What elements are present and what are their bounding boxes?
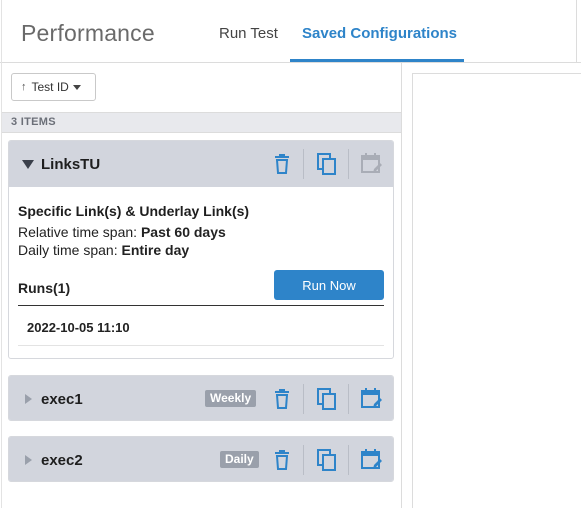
schedule-badge: Daily (220, 451, 259, 468)
link-scope-text: Specific Link(s) & Underlay Link(s) (18, 203, 250, 219)
runs-count-label: Runs(1) (18, 280, 71, 296)
collapse-triangle-icon[interactable] (22, 160, 34, 169)
expand-triangle-icon[interactable] (25, 394, 32, 404)
copy-icon[interactable] (315, 448, 339, 472)
icon-separator (348, 384, 349, 414)
schedule-badge: Weekly (205, 390, 257, 407)
card-header[interactable]: exec2 Daily (9, 437, 393, 481)
schedule-calendar-icon[interactable] (360, 152, 384, 176)
card-header[interactable]: LinksTU (9, 141, 393, 187)
card-header[interactable]: exec1 Weekly (9, 376, 393, 420)
run-timestamp: 2022-10-05 11:10 (27, 320, 130, 335)
daily-time-label: Daily time span: (18, 242, 122, 258)
config-card-exec1: exec1 Weekly (8, 375, 394, 421)
daily-time-value: Entire day (121, 242, 190, 258)
icon-separator (303, 384, 304, 414)
sort-dropdown-button[interactable]: ↑ Test ID (11, 73, 96, 101)
sort-label: Test ID (31, 80, 69, 94)
delete-icon[interactable] (270, 387, 294, 411)
icon-separator (303, 149, 304, 179)
app-header: Performance Run Test Saved Configuration… (0, 0, 581, 63)
run-now-button[interactable]: Run Now (274, 270, 384, 300)
card-title: LinksTU (41, 156, 101, 173)
items-count-bar: 3 ITEMS (2, 112, 401, 133)
expand-triangle-icon[interactable] (25, 455, 32, 465)
runs-header: Runs(1) Run Now (18, 270, 384, 306)
panel-divider (401, 63, 402, 508)
icon-separator (348, 149, 349, 179)
copy-icon[interactable] (315, 152, 339, 176)
items-count-label: 3 ITEMS (11, 116, 56, 128)
active-tab-indicator (290, 59, 464, 62)
tab-run-test[interactable]: Run Test (219, 25, 278, 42)
caret-down-icon (72, 84, 81, 90)
card-details: Specific Link(s) & Underlay Link(s) Rela… (9, 187, 393, 346)
sort-ascending-icon: ↑ (21, 81, 27, 93)
icon-separator (303, 445, 304, 475)
header-right-edge (576, 0, 577, 63)
schedule-calendar-icon[interactable] (360, 387, 384, 411)
config-card-linkstu: LinksTU Specific Link(s) & Underlay Link… (8, 140, 394, 359)
card-title: exec2 (41, 452, 83, 469)
delete-icon[interactable] (270, 152, 294, 176)
card-title: exec1 (41, 391, 83, 408)
config-card-exec2: exec2 Daily (8, 436, 394, 482)
details-panel (412, 73, 581, 508)
header-left-edge (1, 0, 2, 63)
schedule-calendar-icon[interactable] (360, 448, 384, 472)
relative-time-value: Past 60 days (140, 224, 226, 240)
copy-icon[interactable] (315, 387, 339, 411)
relative-time-label: Relative time span: (18, 224, 141, 240)
delete-icon[interactable] (270, 448, 294, 472)
page-title: Performance (21, 20, 155, 46)
run-list-item[interactable]: 2022-10-05 11:10 (18, 306, 384, 346)
icon-separator (348, 445, 349, 475)
daily-time-span: Daily time span: Entire day (18, 242, 384, 258)
tab-saved-configurations[interactable]: Saved Configurations (302, 25, 457, 42)
relative-time-span: Relative time span: Past 60 days (18, 224, 384, 240)
